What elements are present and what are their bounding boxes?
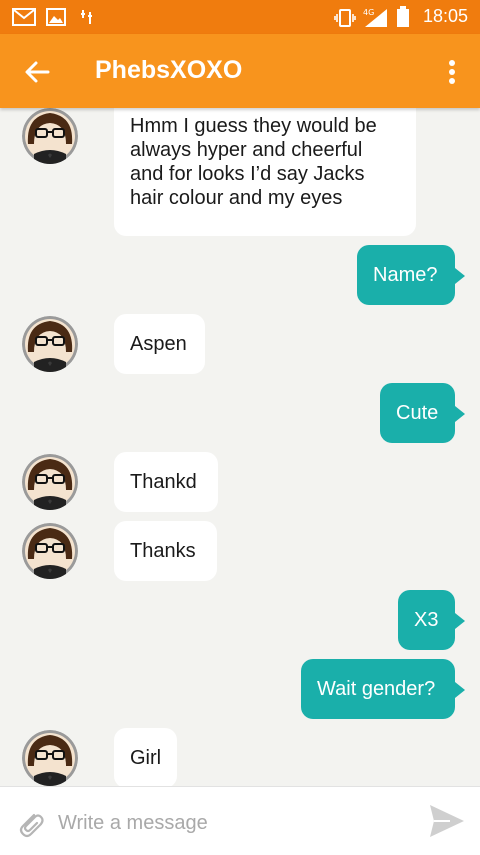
message-bubble[interactable]: Thanks bbox=[114, 521, 217, 581]
avatar[interactable] bbox=[22, 523, 78, 579]
send-icon[interactable] bbox=[428, 803, 466, 839]
status-time: 18:05 bbox=[422, 6, 468, 26]
vibrate-icon bbox=[334, 9, 356, 27]
svg-text:4G: 4G bbox=[363, 8, 374, 17]
message-bubble[interactable]: Wait gender? bbox=[301, 659, 465, 719]
avatar-image bbox=[22, 316, 78, 372]
status-bar: 4G 18:05 bbox=[0, 0, 480, 34]
4g-signal-icon: 4G bbox=[363, 8, 387, 27]
message-bubble[interactable]: Aspen bbox=[114, 314, 205, 374]
avatar[interactable] bbox=[22, 454, 78, 510]
signal-tower-icon bbox=[81, 10, 92, 24]
gmail-icon bbox=[12, 8, 36, 26]
avatar[interactable] bbox=[22, 730, 78, 786]
message-composer bbox=[0, 786, 480, 855]
avatar-image bbox=[22, 730, 78, 786]
battery-icon bbox=[397, 6, 409, 27]
message-bubble[interactable]: Girl bbox=[114, 728, 177, 786]
avatar-image bbox=[22, 454, 78, 510]
app-bar: PhebsXOXO bbox=[0, 34, 480, 108]
message-list[interactable]: Hmm I guess they would be always hyper a… bbox=[0, 108, 480, 786]
more-menu-icon[interactable] bbox=[444, 56, 460, 88]
message-bubble[interactable]: Name? bbox=[357, 245, 465, 305]
back-arrow-icon[interactable] bbox=[22, 56, 54, 88]
message-bubble[interactable]: Thankd bbox=[114, 452, 218, 512]
message-input[interactable] bbox=[56, 805, 410, 841]
message-bubble[interactable]: Cute bbox=[380, 383, 465, 443]
avatar-image bbox=[22, 523, 78, 579]
message-bubble[interactable]: X3 bbox=[398, 590, 465, 650]
avatar[interactable] bbox=[22, 108, 78, 164]
conversation-title[interactable]: PhebsXOXO bbox=[95, 56, 242, 85]
gallery-icon bbox=[46, 8, 66, 26]
paperclip-icon[interactable] bbox=[14, 807, 46, 839]
message-bubble[interactable]: Hmm I guess they would be always hyper a… bbox=[114, 108, 416, 236]
avatar[interactable] bbox=[22, 316, 78, 372]
avatar-image bbox=[22, 108, 78, 164]
